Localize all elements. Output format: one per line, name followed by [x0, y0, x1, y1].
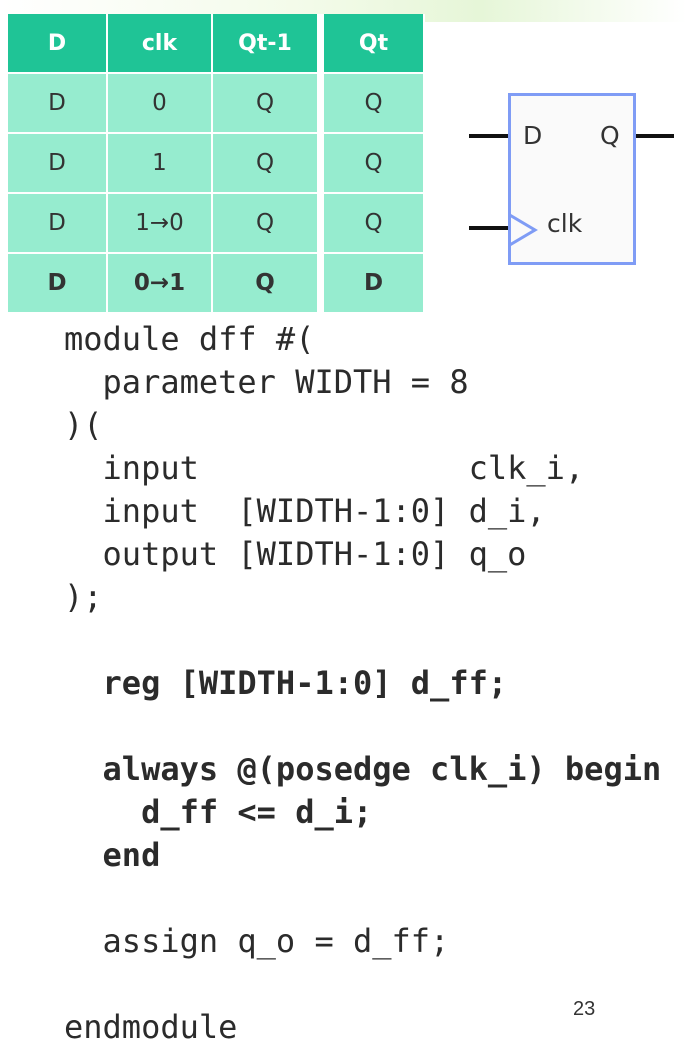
table-row: D 1 Q Q [8, 134, 425, 194]
table-row: D 0 Q Q [8, 74, 425, 134]
table-cell: Q [213, 254, 319, 314]
clk-input-wire [469, 226, 509, 230]
code-line: input [WIDTH-1:0] d_i, [64, 492, 546, 530]
code-line: ); [64, 578, 103, 616]
table-cell: Q [213, 134, 319, 194]
clock-triangle-icon [508, 213, 538, 247]
table-cell: Q [319, 194, 425, 254]
code-line-bold: always @(posedge clk_i) begin [64, 750, 662, 788]
header-cell: D [8, 14, 108, 74]
table-cell: Q [213, 74, 319, 134]
table-cell: D [8, 254, 108, 314]
code-line: assign q_o = d_ff; [64, 922, 450, 960]
table-cell: 1 [108, 134, 213, 194]
table-cell: D [319, 254, 425, 314]
table-cell: Q [319, 134, 425, 194]
table-cell: D [8, 194, 108, 254]
table-cell: 0→1 [108, 254, 213, 314]
truth-table: D clk Qt-1 Qt D 0 Q Q D 1 Q Q D 1→0 Q Q … [8, 14, 425, 314]
table-cell: D [8, 74, 108, 134]
code-line-bold: end [64, 836, 161, 874]
header-cell: clk [108, 14, 213, 74]
clk-port-label: clk [547, 209, 583, 238]
code-line: )( [64, 406, 103, 444]
truth-table-header-row: D clk Qt-1 Qt [8, 14, 425, 74]
code-line: endmodule [64, 1008, 238, 1046]
table-cell: Q [319, 74, 425, 134]
d-input-wire [469, 134, 509, 138]
q-output-wire [636, 134, 674, 138]
header-cell: Qt-1 [213, 14, 319, 74]
code-line: parameter WIDTH = 8 [64, 363, 469, 401]
verilog-code-block: module dff #( parameter WIDTH = 8 )( inp… [64, 318, 661, 1049]
table-row-highlighted: D 0→1 Q D [8, 254, 425, 314]
code-line-bold: d_ff <= d_i; [64, 793, 373, 831]
header-cell: Qt [319, 14, 425, 74]
table-cell: 1→0 [108, 194, 213, 254]
table-cell: 0 [108, 74, 213, 134]
code-line-bold: reg [WIDTH-1:0] d_ff; [64, 664, 508, 702]
table-cell: D [8, 134, 108, 194]
d-port-label: D [523, 121, 543, 150]
code-line: output [WIDTH-1:0] q_o [64, 535, 527, 573]
q-port-label: Q [600, 121, 620, 150]
page-number: 23 [573, 998, 596, 1020]
code-line: input clk_i, [64, 449, 585, 487]
flipflop-block: D Q clk [508, 93, 636, 265]
table-row: D 1→0 Q Q [8, 194, 425, 254]
code-line: module dff #( [64, 320, 315, 358]
table-cell: Q [213, 194, 319, 254]
